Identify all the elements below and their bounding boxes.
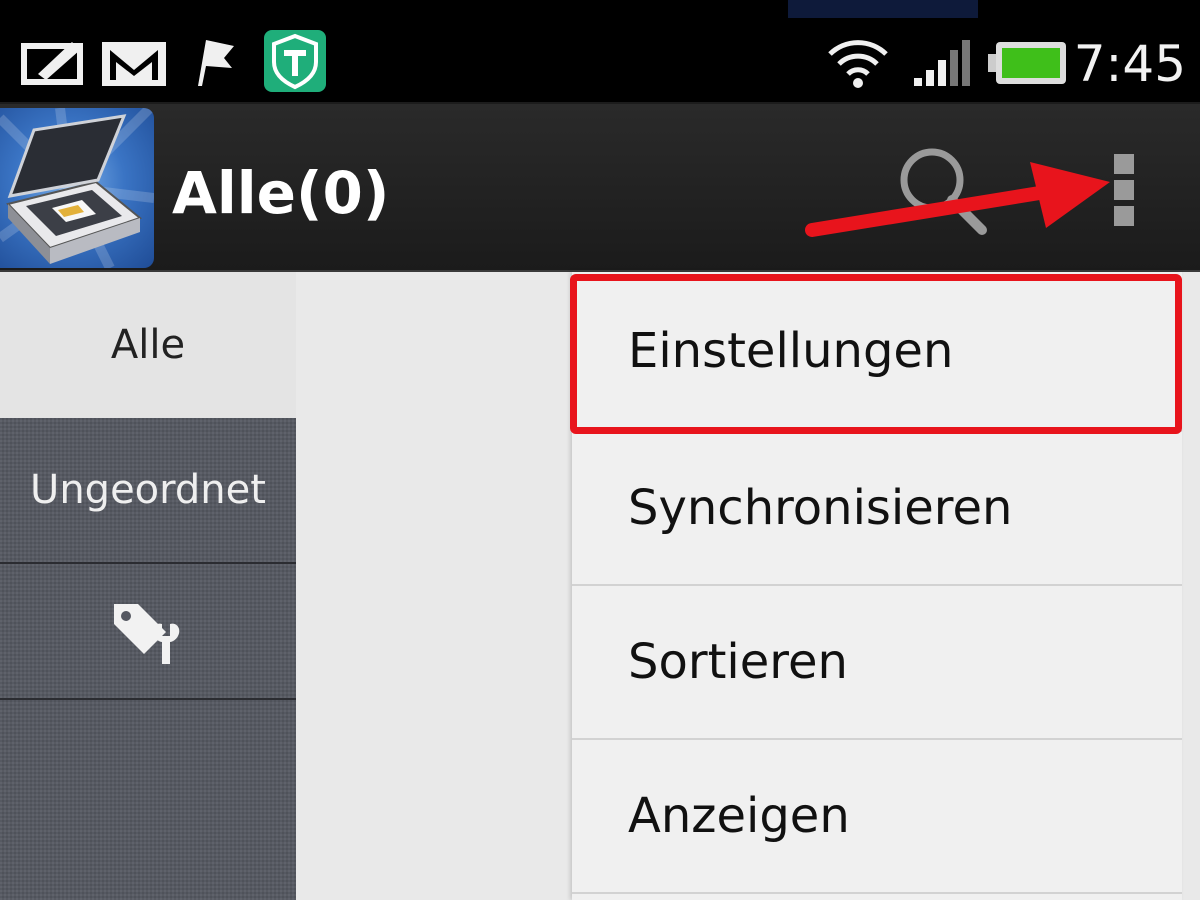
page-title: Alle(0) <box>172 159 390 227</box>
sidebar-item-alle[interactable]: Alle <box>0 272 296 418</box>
compose-icon <box>21 42 83 85</box>
menu-item-label: Synchronisieren <box>628 480 1013 536</box>
menu-item-label: Sortieren <box>628 634 848 690</box>
battery-icon <box>988 42 1066 84</box>
gmail-icon <box>102 42 166 86</box>
scanner-app-icon[interactable] <box>0 108 154 268</box>
clock: 7:45 <box>1073 35 1186 93</box>
tag-wrench-icon <box>114 604 180 664</box>
red-arrow-annotation <box>805 162 1110 237</box>
sidebar-item-tags[interactable] <box>0 564 296 700</box>
menu-item-label: Anzeigen <box>628 788 850 844</box>
wifi-icon <box>828 40 888 88</box>
signal-icon <box>914 40 970 86</box>
menu-item-anzeigen[interactable]: Anzeigen <box>572 740 1182 894</box>
sidebar-empty-area <box>0 700 296 900</box>
sidebar-item-label: Ungeordnet <box>30 467 266 513</box>
scanner-icon <box>0 108 154 268</box>
flag-icon <box>198 40 234 86</box>
sidebar-item-ungeordnet[interactable]: Ungeordnet <box>0 418 296 564</box>
menu-item-sortieren[interactable]: Sortieren <box>572 586 1182 740</box>
highlight-box <box>570 274 1182 434</box>
sidebar: Alle Ungeordnet <box>0 272 296 900</box>
sidebar-item-label: Alle <box>110 322 186 368</box>
app-t-shield-icon <box>264 30 326 92</box>
status-bar: 7:45 <box>0 0 1200 104</box>
menu-item-synchronisieren[interactable]: Synchronisieren <box>572 432 1182 586</box>
status-notch <box>788 0 978 18</box>
